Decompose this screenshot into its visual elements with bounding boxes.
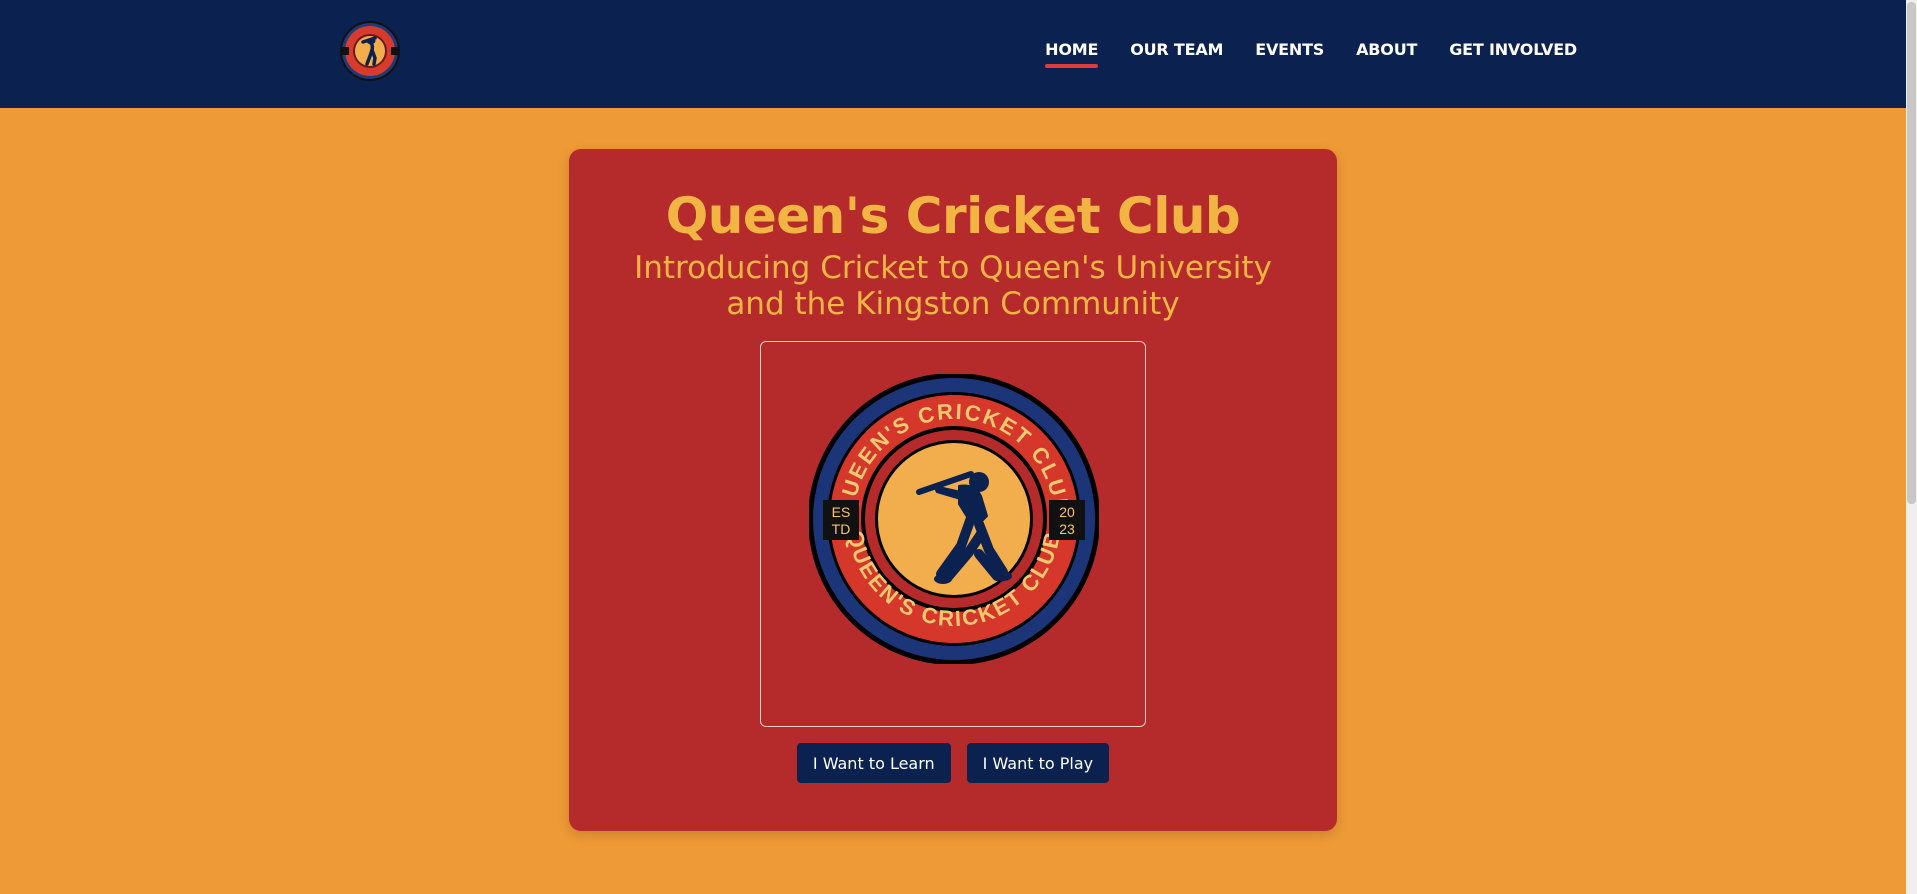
hero-title: Queen's Cricket Club (665, 187, 1241, 245)
nav-our-team[interactable]: OUR TEAM (1130, 36, 1223, 66)
club-crest-logo: QUEEN'S CRICKET CLUB QUEEN'S CRICKET CLU… (809, 374, 1099, 664)
badge-right-top: 20 (1059, 504, 1075, 520)
nav-get-involved[interactable]: GET INVOLVED (1449, 36, 1577, 66)
nav-home[interactable]: HOME (1045, 36, 1098, 68)
page-scrollbar[interactable] (1906, 0, 1917, 894)
learn-button[interactable]: I Want to Learn (796, 743, 951, 783)
badge-left-top: ES (832, 504, 851, 520)
cta-buttons: I Want to Learn I Want to Play (569, 743, 1337, 783)
nav-events[interactable]: EVENTS (1255, 36, 1324, 66)
badge-right-bottom: 23 (1059, 521, 1075, 537)
badge-left-bottom: TD (832, 521, 851, 537)
site-header: HOME OUR TEAM EVENTS ABOUT GET INVOLVED (0, 0, 1906, 108)
hero-subtitle: Introducing Cricket to Queen's Universit… (634, 250, 1272, 322)
logo-frame: QUEEN'S CRICKET CLUB QUEEN'S CRICKET CLU… (760, 341, 1146, 727)
main-nav: HOME OUR TEAM EVENTS ABOUT GET INVOLVED (1045, 36, 1577, 68)
scrollbar-thumb[interactable] (1907, 2, 1916, 504)
club-logo-icon[interactable] (339, 20, 401, 82)
hero-card: Queen's Cricket Club Introducing Cricket… (569, 149, 1337, 831)
play-button[interactable]: I Want to Play (966, 743, 1110, 783)
nav-about[interactable]: ABOUT (1356, 36, 1417, 66)
